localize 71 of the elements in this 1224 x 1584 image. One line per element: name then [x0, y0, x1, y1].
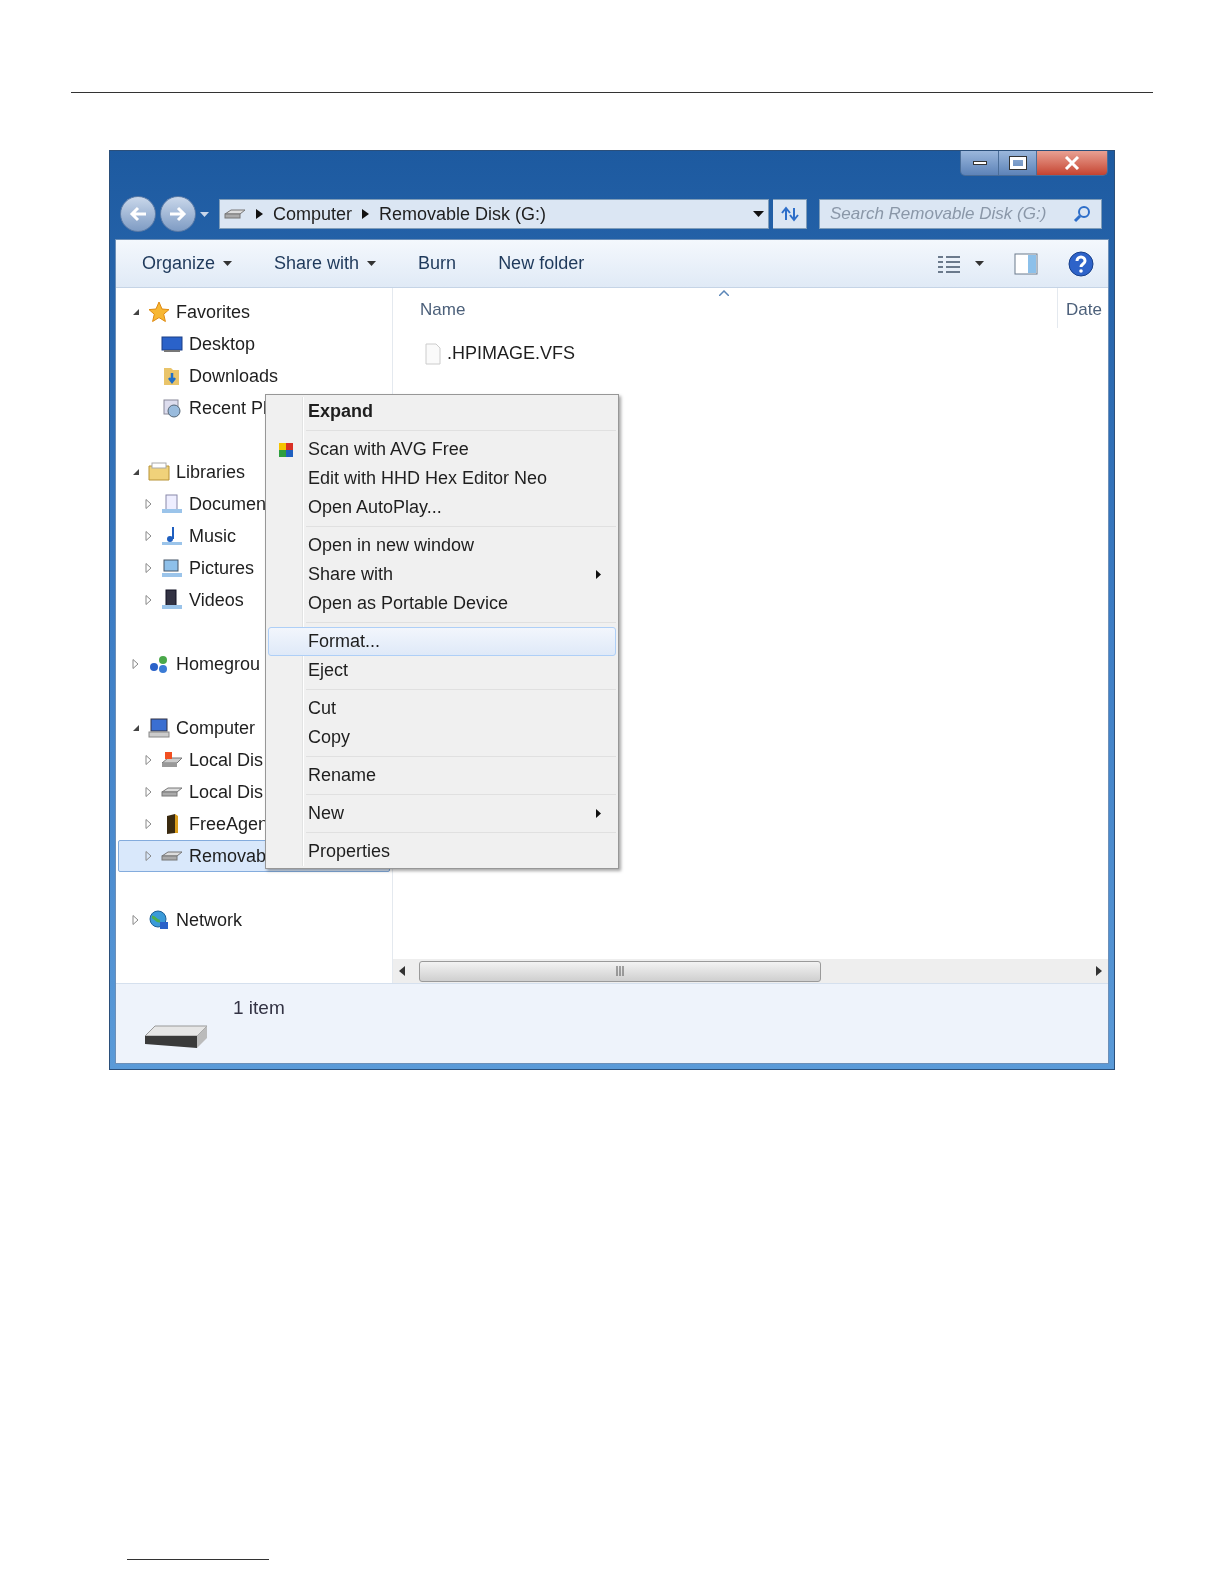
computer-icon [148, 717, 170, 739]
menu-item[interactable]: Open AutoPlay... [268, 493, 616, 522]
breadcrumb-arrow-icon[interactable] [256, 209, 263, 219]
navigation-item[interactable]: Network [118, 904, 390, 936]
menu-item[interactable]: Copy [268, 723, 616, 752]
address-bar[interactable]: Computer Removable Disk (G:) [219, 199, 769, 229]
grip-icon [615, 966, 625, 976]
file-icon [425, 342, 441, 365]
forward-button[interactable] [160, 196, 196, 232]
pictures-icon [161, 557, 183, 579]
scrollbar-thumb[interactable] [419, 960, 821, 982]
menu-item[interactable]: Rename [268, 761, 616, 790]
refresh-button[interactable] [773, 199, 807, 229]
menu-item[interactable]: Scan with AVG Free [268, 435, 616, 464]
menu-item[interactable]: Eject [268, 656, 616, 685]
disk-icon [161, 851, 183, 861]
homegroup-icon [148, 653, 170, 675]
toolbar-button[interactable]: Burn [408, 247, 467, 280]
back-arrow-icon [129, 206, 147, 222]
star-icon [148, 301, 170, 323]
breadcrumb-segment[interactable]: Computer [273, 200, 353, 228]
menu-item[interactable]: New [268, 799, 616, 828]
refresh-icon [779, 206, 800, 222]
navigation-item[interactable]: Favorites [118, 296, 390, 328]
menu-item[interactable]: Share with [268, 560, 616, 589]
view-options-button[interactable] [937, 253, 984, 274]
address-dropdown-icon[interactable] [753, 211, 764, 217]
navigation-item[interactable]: Downloads [118, 360, 390, 392]
forward-arrow-icon [169, 206, 187, 222]
network-icon [148, 909, 170, 931]
file-name[interactable]: .HPIMAGE.VFS [447, 340, 576, 367]
antivirus-icon [278, 441, 294, 458]
help-button[interactable] [1068, 250, 1094, 277]
menu-item[interactable]: Open as Portable Device [268, 589, 616, 618]
videos-icon [161, 589, 183, 611]
scroll-left-icon[interactable] [399, 966, 405, 976]
menu-item[interactable]: Format... [268, 627, 616, 656]
breadcrumb-segment[interactable]: Removable Disk (G:) [379, 200, 547, 228]
column-header[interactable]: Date [1057, 288, 1108, 328]
menu-item[interactable]: Open in new window [268, 531, 616, 560]
breadcrumb-arrow-icon[interactable] [362, 209, 370, 219]
search-field[interactable]: Search Removable Disk (G:) [819, 199, 1102, 229]
toolbar-button[interactable]: Organize [132, 247, 243, 280]
help-icon [1068, 250, 1094, 277]
close-button[interactable] [1037, 151, 1107, 175]
toolbar-button[interactable]: Share with [264, 247, 387, 280]
library-icon [148, 461, 170, 483]
column-header[interactable]: Name [420, 296, 1000, 322]
item-count: 1 item [233, 996, 285, 1020]
sort-ascending-icon [719, 290, 729, 296]
search-icon [1073, 205, 1091, 223]
details-view-icon [937, 253, 961, 274]
menu-item[interactable]: Cut [268, 694, 616, 723]
disk-icon [161, 787, 183, 797]
menu-item[interactable]: Expand [268, 397, 616, 426]
navigation-item[interactable]: Desktop [118, 328, 390, 360]
horizontal-scrollbar[interactable] [393, 959, 1108, 983]
recent-pages-caret-icon[interactable] [200, 211, 209, 217]
desktop-icon [161, 333, 183, 355]
maximize-button[interactable] [999, 151, 1037, 175]
drive-icon [224, 209, 246, 219]
dropdown-caret-icon [975, 261, 984, 266]
menu-item[interactable]: Edit with HHD Hex Editor Neo [268, 464, 616, 493]
toolbar-button[interactable]: New folder [488, 247, 595, 280]
minimize-button[interactable] [961, 151, 999, 175]
music-icon [161, 525, 183, 547]
scroll-right-icon[interactable] [1096, 966, 1102, 976]
documents-icon [161, 493, 183, 515]
back-button[interactable] [120, 196, 156, 232]
close-icon [1064, 156, 1080, 170]
preview-pane-icon [1014, 252, 1038, 275]
